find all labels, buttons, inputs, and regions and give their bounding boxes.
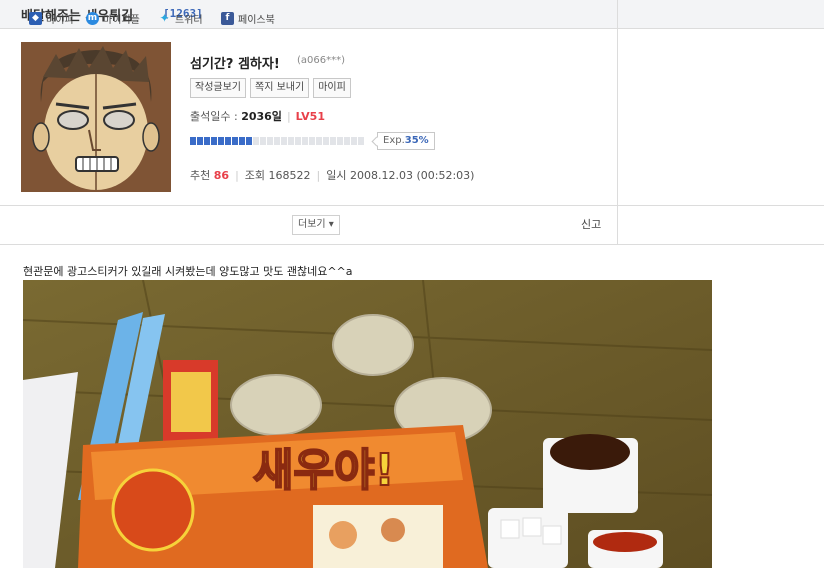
recommend-count: 86: [213, 169, 230, 182]
exp-segment-empty: [295, 137, 301, 145]
exp-segment-empty: [281, 137, 287, 145]
exp-segment-empty: [309, 137, 315, 145]
views-label: 조회: [244, 169, 266, 182]
exp-segment-filled: [204, 137, 210, 145]
share-twitter[interactable]: ✦ 트위터: [158, 11, 203, 27]
share-mypeople[interactable]: m 마이피플: [86, 11, 140, 26]
exp-segment-empty: [351, 137, 357, 145]
share-mypi-label: 마이피: [46, 15, 74, 26]
share-twitter-label: 트위터: [175, 15, 203, 26]
exp-segment-filled: [232, 137, 238, 145]
exp-segment-empty: [288, 137, 294, 145]
recommend-label: 추천: [190, 169, 211, 182]
share-facebook-label: 페이스북: [238, 15, 275, 26]
exp-segment-empty: [274, 137, 280, 145]
exp-segment-empty: [260, 137, 266, 145]
more-share-label: 더보기: [298, 219, 326, 230]
post-body-text: 현관문에 광고스티커가 있길래 시켜봤는데 양도많고 맛도 괜찮네요^^a: [23, 265, 353, 278]
attendance-days: 2036일: [241, 110, 282, 123]
share-mypi[interactable]: ◆ 마이피: [29, 11, 74, 26]
post-photo-image: 새우야!: [22, 279, 713, 569]
exp-segment-filled: [211, 137, 217, 145]
avatar[interactable]: [21, 42, 171, 192]
chevron-down-icon: ▾: [328, 219, 334, 230]
author-nickname[interactable]: 섬기간? 겜하자!: [190, 53, 280, 72]
mypeople-icon: m: [86, 12, 99, 25]
exp-segment-filled: [239, 137, 245, 145]
report-button[interactable]: 신고: [581, 216, 601, 232]
exp-text: Exp.: [383, 135, 405, 146]
mypi-button[interactable]: 마이피: [313, 78, 351, 98]
views-count: 168522: [268, 169, 311, 182]
avatar-illustration: [21, 42, 171, 192]
exp-segment-empty: [330, 137, 336, 145]
exp-segment-filled: [246, 137, 252, 145]
box-logo-text: 새우야!: [253, 445, 395, 496]
exp-segment-empty: [316, 137, 322, 145]
exp-segment-empty: [358, 137, 364, 145]
attendance-label: 출석일수 :: [190, 110, 242, 123]
facebook-icon: f: [221, 12, 234, 25]
exp-segment-empty: [344, 137, 350, 145]
send-message-button[interactable]: 쪽지 보내기: [250, 78, 310, 98]
exp-segment-empty: [302, 137, 308, 145]
post-photo[interactable]: 새우야!: [22, 279, 713, 569]
exp-segment-empty: [267, 137, 273, 145]
post-stats: 추천 86 | 조회 168522 | 일시 2008.12.03 (00:52:03): [190, 169, 475, 182]
twitter-bird-icon: ✦: [159, 11, 170, 25]
share-facebook[interactable]: f 페이스북: [221, 11, 275, 26]
exp-segment-filled: [225, 137, 231, 145]
share-mypeople-label: 마이피플: [103, 15, 140, 26]
share-bar: [0, 205, 824, 245]
exp-percent: 35%: [404, 135, 429, 146]
exp-segment-filled: [218, 137, 224, 145]
date-label: 일시: [326, 169, 347, 182]
exp-segment-empty: [253, 137, 259, 145]
exp-segment-empty: [323, 137, 329, 145]
cube-icon: ◆: [29, 12, 42, 25]
profile-buttons: 작성글보기 쪽지 보내기 마이피: [190, 78, 351, 98]
attendance-line: 출석일수 : 2036일 | LV51: [190, 110, 325, 123]
view-posts-button[interactable]: 작성글보기: [190, 78, 246, 98]
level-badge: LV51: [295, 110, 325, 123]
exp-progress-bar: [190, 137, 366, 145]
author-id: (a066***): [297, 55, 346, 66]
exp-segment-filled: [197, 137, 203, 145]
more-share-button[interactable]: 더보기 ▾: [292, 215, 340, 235]
exp-segment-filled: [190, 137, 196, 145]
box-logo: 새우야!: [252, 444, 396, 497]
exp-label: Exp.35%: [377, 132, 435, 150]
exp-segment-empty: [337, 137, 343, 145]
post-date: 2008.12.03 (00:52:03): [350, 169, 475, 182]
